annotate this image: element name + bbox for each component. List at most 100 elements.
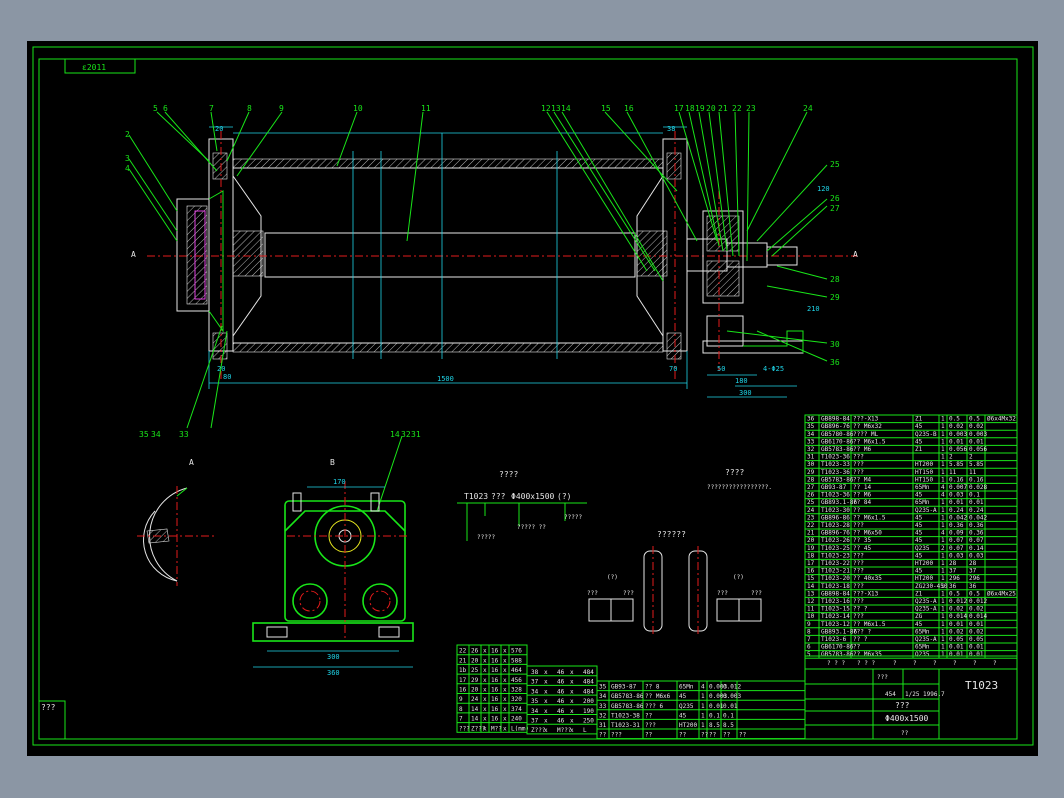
parts-row: 33 GB6170-86?? M6x1.5 45 1 0.01 0.01: [807, 438, 984, 445]
table-cell: ?? M4: [853, 476, 871, 483]
note-code-a: T1023: [464, 492, 488, 501]
table-cell: 1: [941, 552, 945, 559]
dim-d6: 300: [739, 389, 752, 397]
table-cell: T1023-30: [821, 507, 850, 514]
bom-row: 7 14 x 16 x 240: [459, 716, 522, 723]
parts-row: 35 GB896-76?? M6x32 45 1 0.02 0.02: [807, 423, 984, 430]
table-cell: 23: [807, 514, 815, 521]
table-cell: x: [503, 648, 507, 655]
table-cell: 4: [941, 484, 945, 491]
table-cell: M??: [491, 725, 502, 732]
table-cell: 20: [471, 657, 479, 664]
balloon: 30: [830, 340, 840, 349]
table-cell: 35: [807, 423, 815, 430]
table-cell: T1023-33: [821, 461, 850, 468]
table-cell: 17: [807, 560, 815, 567]
table-cell: GB898-84: [821, 416, 850, 423]
bom-right-row: ?????????????????: [599, 732, 747, 739]
table-cell: ??? ?: [853, 628, 871, 635]
bom-right-row: 32 T1023-38?? 45 1 0.1 0.1: [599, 712, 734, 719]
bom-row: 1b 25 x 16 x 464: [459, 667, 522, 674]
table-cell: 0.07: [969, 537, 984, 544]
dim-d1: 180: [735, 377, 748, 385]
table-cell: 1: [701, 712, 705, 719]
table-cell: 2: [969, 454, 973, 461]
table-cell: x: [570, 698, 574, 705]
drawing-sheet: ε2011 ??? 1500 20 80 70 20 38 50 180 300…: [27, 41, 1038, 756]
dim-d4: 360: [327, 669, 340, 677]
note-sub-3: ?????: [564, 514, 582, 521]
table-cell: GB896-76: [821, 423, 850, 430]
balloon: 3: [125, 154, 130, 163]
table-cell: ?? 8: [645, 684, 660, 691]
table-cell: x: [570, 727, 574, 734]
table-cell: 0.012: [949, 598, 967, 605]
detail-a-mark: A: [189, 458, 194, 467]
table-cell: 0.056: [969, 446, 987, 453]
table-cell: 31: [599, 722, 607, 729]
table-cell: 0.01: [949, 644, 964, 651]
table-cell: GB5783-86: [821, 476, 854, 483]
dim-d16: 20: [215, 125, 223, 133]
table-cell: 37: [531, 718, 539, 725]
table-cell: 9: [807, 621, 811, 628]
table-cell: 45: [915, 568, 923, 575]
table-cell: 45: [915, 537, 923, 544]
balloon: 20: [706, 104, 716, 113]
table-cell: 2: [941, 545, 945, 552]
balloon: 6: [163, 104, 168, 113]
table-cell: T1023-20: [821, 575, 850, 582]
table-cell: ?? 35: [853, 537, 871, 544]
table-cell: 16: [491, 716, 499, 723]
note-line: ?????????????????.: [707, 484, 772, 491]
table-cell: 26: [471, 648, 479, 655]
table-cell: 0.16: [969, 476, 984, 483]
table-cell: 1: [941, 568, 945, 575]
table-cell: Q235: [915, 651, 930, 658]
drawing-name: ???: [895, 701, 910, 710]
table-cell: 0.5: [969, 590, 980, 597]
table-cell: x: [570, 669, 574, 676]
table-cell: 34: [807, 431, 815, 438]
table-cell: 0.09: [949, 530, 964, 537]
table-cell: 12: [807, 598, 815, 605]
bom-row: 17 29 x 16 x 456: [459, 677, 522, 684]
table-cell: ???: [853, 560, 864, 567]
balloon: 19: [695, 104, 705, 113]
table-cell: 45: [915, 522, 923, 529]
table-cell: 7: [807, 636, 811, 643]
dim-d5: 4-Φ25: [763, 365, 784, 373]
table-cell: 1: [941, 590, 945, 597]
table-cell: 8: [459, 706, 463, 713]
table-cell: ?? 40x35: [853, 575, 882, 582]
table-cell: x: [544, 708, 548, 715]
table-cell: Q235-A: [915, 598, 937, 605]
table-cell: 10: [807, 613, 815, 620]
table-cell: ???: [645, 722, 656, 729]
table-cell: Q235: [915, 545, 930, 552]
table-cell: 0.02: [949, 606, 964, 613]
table-cell: 27: [807, 484, 815, 491]
table-cell: 4: [941, 492, 945, 499]
drawing-bottom-label: ??: [901, 730, 909, 737]
table-cell: ???: [853, 469, 864, 476]
table-cell: Q235-A: [915, 507, 937, 514]
tb-row: ? ? ?: [827, 660, 845, 667]
table-cell: 29: [807, 469, 815, 476]
table-cell: x: [483, 706, 487, 713]
table-cell: 16: [491, 667, 499, 674]
table-cell: 11: [969, 469, 977, 476]
table-cell: 1: [941, 575, 945, 582]
table-cell: 0.5: [949, 416, 960, 423]
table-cell: 0.07: [949, 537, 964, 544]
table-cell: 45: [915, 621, 923, 628]
table-cell: 0.05: [969, 636, 984, 643]
table-cell: x: [483, 716, 487, 723]
bom-row: 9 24 x 16 x 320: [459, 696, 522, 703]
table-cell: ??: [701, 732, 709, 739]
table-cell: T1023-6: [821, 636, 847, 643]
table-cell: x: [503, 657, 507, 664]
table-cell: ??: [645, 732, 653, 739]
table-cell: 0.01: [969, 644, 984, 651]
table-cell: x: [483, 725, 487, 732]
